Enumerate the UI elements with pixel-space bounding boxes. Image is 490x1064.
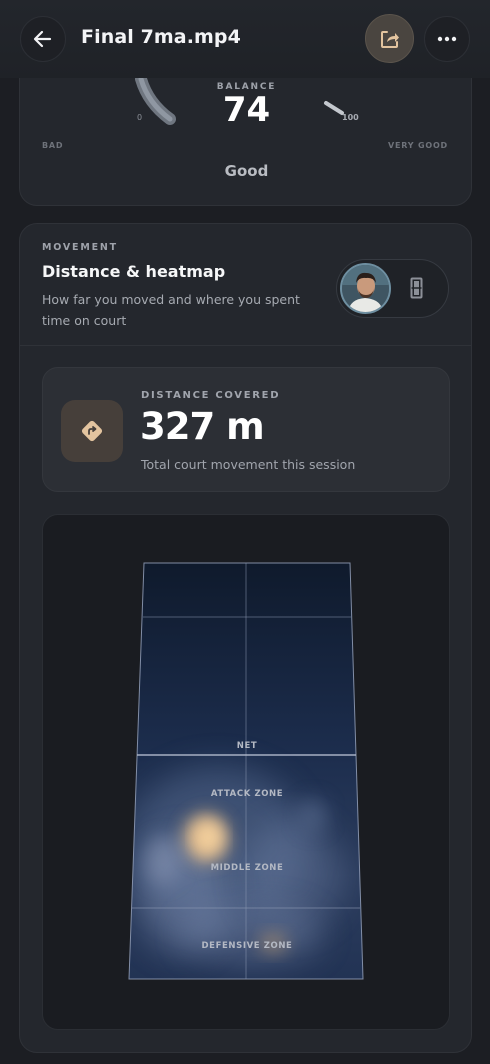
balance-value: 74 xyxy=(222,90,271,130)
movement-card: MOVEMENT Distance & heatmap How far you … xyxy=(19,223,472,1053)
defensive-zone-label: DEFENSIVE ZONE xyxy=(201,941,293,951)
movement-title: Distance & heatmap xyxy=(42,262,226,281)
arrow-left-icon xyxy=(33,30,52,48)
net-label: NET xyxy=(236,741,258,751)
movement-eyebrow: MOVEMENT xyxy=(42,242,118,253)
distance-value: 327 m xyxy=(140,405,265,448)
player-avatar-image xyxy=(342,265,389,312)
gauge-max-label: 100 xyxy=(342,113,359,122)
heatmap-panel: NET ATTACK ZONE MIDDLE ZONE DEFENSIVE ZO… xyxy=(42,514,450,1030)
scale-low-label: BAD xyxy=(42,141,64,150)
distance-subtitle: Total court movement this session xyxy=(141,457,356,472)
route-diamond-icon xyxy=(81,420,103,442)
back-button[interactable] xyxy=(20,16,66,62)
court-heatmap xyxy=(128,562,364,980)
share-button[interactable] xyxy=(365,14,414,63)
player-avatar[interactable] xyxy=(340,263,391,314)
distance-panel: DISTANCE COVERED 327 m Total court movem… xyxy=(42,367,450,492)
distance-label: DISTANCE COVERED xyxy=(141,390,281,401)
attack-zone-label: ATTACK ZONE xyxy=(210,789,284,799)
middle-zone-label: MIDDLE ZONE xyxy=(210,863,284,873)
more-horizontal-icon xyxy=(437,36,457,42)
video-title: Final 7ma.mp4 xyxy=(81,26,241,48)
court-icon[interactable] xyxy=(410,277,423,299)
view-toggle[interactable] xyxy=(336,259,449,318)
share-icon xyxy=(380,30,399,48)
distance-icon-tile xyxy=(61,400,123,462)
gauge-min-label: 0 xyxy=(137,113,143,122)
movement-description: How far you moved and where you spent ti… xyxy=(42,292,300,328)
balance-rating: Good xyxy=(224,162,269,180)
scale-high-label: VERY GOOD xyxy=(388,141,448,150)
top-bar: Final 7ma.mp4 xyxy=(0,0,490,78)
more-button[interactable] xyxy=(424,16,470,62)
section-divider xyxy=(20,345,471,346)
app-screen: BALANCE 74 0 100 BAD VERY GOOD Good Fina… xyxy=(0,0,490,1064)
